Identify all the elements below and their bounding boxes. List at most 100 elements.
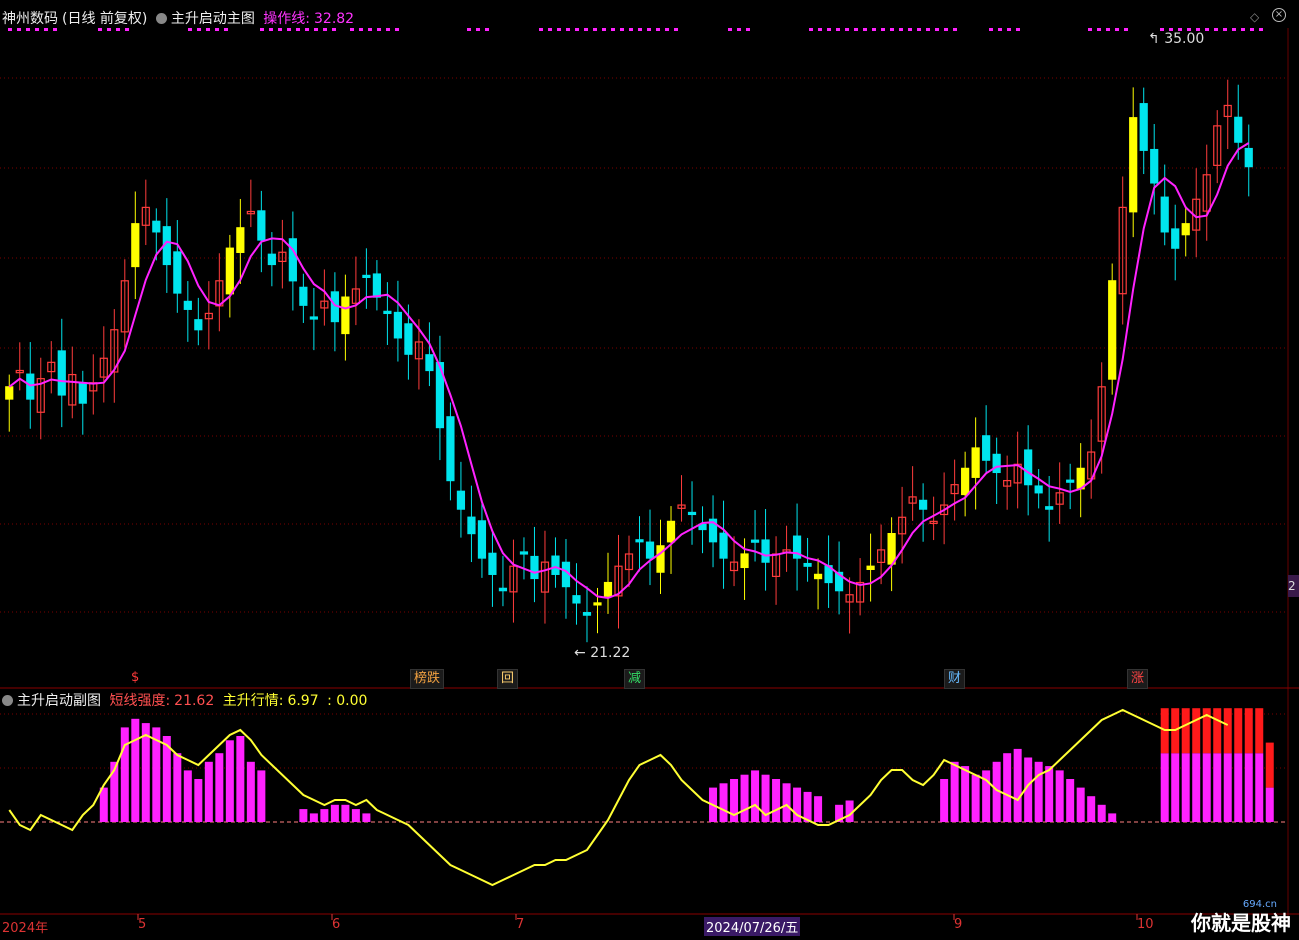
strength-bar [1108, 813, 1117, 822]
candle-body [1181, 223, 1190, 236]
candle-body [1034, 485, 1043, 494]
strength-bar [299, 809, 308, 822]
strength-bar-red [1265, 742, 1274, 788]
candle-body [26, 373, 35, 400]
strength-bar [1244, 753, 1253, 822]
main-indicator-name[interactable]: 主升启动主图 [171, 11, 255, 27]
strength-bar [309, 813, 318, 822]
sub-indicator-toggle-icon[interactable] [2, 695, 13, 706]
candle-body [267, 253, 276, 266]
strength-bar [740, 774, 749, 822]
strength-bar [204, 761, 213, 822]
signal-dash [566, 28, 570, 31]
signal-dash [287, 28, 291, 31]
event-label: $ [131, 670, 140, 685]
strength-bar [1013, 748, 1022, 822]
candle-body [152, 220, 161, 233]
signal-dash [989, 28, 993, 31]
close-icon[interactable]: × [1272, 8, 1286, 22]
candle-body [1171, 228, 1180, 249]
strength-bar [1255, 753, 1264, 822]
sub-indicator-name[interactable]: 主升启动副图 [17, 693, 101, 709]
settings-diamond-icon[interactable]: ◇ [1250, 10, 1259, 24]
candle-body [309, 316, 318, 320]
candle-body [1150, 148, 1159, 184]
candle-body [635, 539, 644, 543]
event-marker-3[interactable]: 减 [624, 669, 646, 689]
signal-dash [305, 28, 309, 31]
op-line-label: 操作线: [263, 11, 310, 27]
signal-dash [539, 28, 543, 31]
short-strength-line [8, 708, 1229, 887]
candle-body [961, 467, 970, 496]
x-label-4[interactable]: 2024/07/26/五 [704, 917, 801, 936]
candle-body [236, 227, 245, 253]
signal-dash [548, 28, 552, 31]
event-marker-2[interactable]: 回 [497, 669, 519, 689]
signal-dash [188, 28, 192, 31]
signal-dash [350, 28, 354, 31]
indicator-toggle-icon[interactable] [155, 13, 167, 24]
signal-dash [1106, 28, 1110, 31]
candle-body [645, 541, 655, 559]
candle-body [1234, 116, 1243, 143]
operation-line [8, 142, 1250, 600]
main-trend-label: 主升行情: [222, 693, 284, 709]
candle-body [225, 247, 234, 295]
signal-dash [314, 28, 318, 31]
signal-dash [53, 28, 57, 31]
x-label-5: 9 [954, 917, 963, 932]
strength-bar [719, 783, 728, 822]
strength-bar [173, 753, 182, 822]
event-label: 涨 [1131, 671, 1145, 686]
candle-body [299, 286, 308, 306]
strength-bar [1034, 761, 1043, 822]
strength-bar [1097, 804, 1106, 822]
strength-bar [183, 770, 192, 822]
signal-dash [827, 28, 831, 31]
signal-dash [836, 28, 840, 31]
strength-bar [1234, 753, 1243, 822]
main-header: 神州数码 (日线 前复权) 主升启动主图 操作线: 32.82 [2, 8, 358, 28]
signal-dash [665, 28, 669, 31]
signal-dash [890, 28, 894, 31]
event-marker-1[interactable]: 榜跌 [410, 669, 445, 689]
candle-body [719, 532, 728, 559]
low-price-value: 21.22 [590, 645, 631, 661]
signal-dash [377, 28, 381, 31]
short-strength-label: 短线强度: [109, 693, 171, 709]
signal-dash [296, 28, 300, 31]
signal-dash [1124, 28, 1128, 31]
candle-body [1108, 280, 1117, 380]
signal-dash [629, 28, 633, 31]
event-label: 减 [628, 671, 642, 686]
candle-body [288, 238, 297, 282]
high-price-annotation: ↰ 35.00 [1148, 31, 1205, 47]
signal-dash [584, 28, 588, 31]
signal-dash [863, 28, 867, 31]
signal-dash [611, 28, 615, 31]
strength-bar [236, 736, 245, 822]
event-marker-5[interactable]: 涨 [1127, 669, 1149, 689]
candle-body [393, 311, 403, 339]
event-marker-0[interactable]: $ [128, 669, 142, 687]
candle-body [183, 300, 192, 310]
candle-body [404, 323, 413, 355]
signal-dash [1115, 28, 1119, 31]
candle-body [78, 382, 87, 404]
signal-dash [1259, 28, 1263, 31]
event-label: 回 [501, 671, 515, 686]
candle-body [593, 602, 602, 606]
signal-dash [881, 28, 885, 31]
signal-dash [728, 28, 732, 31]
watermark-logo: 你就是股神 [1191, 907, 1291, 936]
strength-bar [320, 809, 329, 822]
signal-dash [746, 28, 750, 31]
event-marker-4[interactable]: 财 [944, 669, 966, 689]
candle-body [582, 612, 592, 616]
stock-chart[interactable] [0, 0, 1299, 940]
candle-body [666, 520, 676, 543]
candle-body [173, 251, 182, 294]
candle-body [425, 354, 434, 372]
candle-body [477, 520, 487, 559]
